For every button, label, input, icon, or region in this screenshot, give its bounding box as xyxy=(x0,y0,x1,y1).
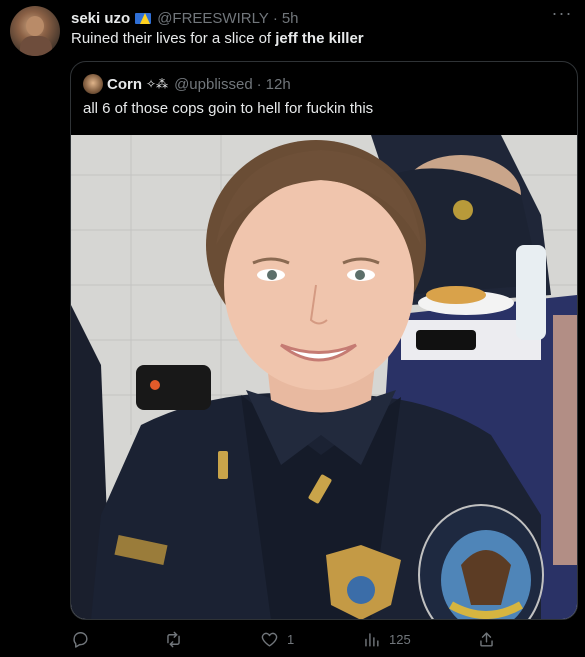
retweet-icon xyxy=(167,631,180,647)
reply-icon xyxy=(73,631,88,648)
quoted-author-name: Corn xyxy=(107,75,142,93)
like-button[interactable]: 1 xyxy=(260,628,294,650)
quoted-name-symbols: ✧⁂ xyxy=(146,77,169,91)
quoted-avatar xyxy=(83,74,103,94)
reply-button[interactable] xyxy=(71,628,98,650)
tweet-text-bold: jeff the killer xyxy=(275,30,364,47)
action-bar: 1 125 xyxy=(71,628,511,650)
quoted-tweet[interactable]: Corn ✧⁂ @upblissed · 12h all 6 of those … xyxy=(70,61,578,620)
separator-dot: · xyxy=(256,75,262,93)
views-button[interactable]: 125 xyxy=(362,628,411,650)
like-icon xyxy=(261,632,278,647)
quoted-time: 12h xyxy=(265,75,291,93)
separator-dot: · xyxy=(272,9,278,27)
share-icon xyxy=(480,631,493,647)
views-icon xyxy=(365,632,379,647)
like-count: 1 xyxy=(287,631,295,647)
flag-icon xyxy=(135,12,152,24)
quoted-text: all 6 of those cops goin to hell for fuc… xyxy=(83,100,374,117)
author-name[interactable]: seki uzo xyxy=(71,10,130,27)
tweet-text-plain: Ruined their lives for a slice of xyxy=(71,30,276,47)
tweet[interactable]: seki uzo @FREESWIRLY · 5h ··· Ruined the… xyxy=(0,0,585,657)
share-button[interactable] xyxy=(477,628,496,650)
photo-illustration xyxy=(71,135,577,619)
author-avatar[interactable] xyxy=(10,6,60,56)
retweet-button[interactable] xyxy=(164,628,191,650)
police-officer-photo[interactable] xyxy=(71,135,577,619)
tweet-text: Ruined their lives for a slice of jeff t… xyxy=(71,30,364,47)
more-icon[interactable]: ··· xyxy=(549,4,575,26)
tweet-time[interactable]: 5h xyxy=(282,10,299,27)
quoted-header: Corn ✧⁂ @upblissed · 12h xyxy=(83,74,291,94)
tweet-header: seki uzo @FREESWIRLY · 5h xyxy=(71,8,299,28)
author-handle[interactable]: @FREESWIRLY xyxy=(157,10,269,27)
quoted-author-handle: @upblissed xyxy=(174,75,253,93)
views-count: 125 xyxy=(389,631,411,647)
